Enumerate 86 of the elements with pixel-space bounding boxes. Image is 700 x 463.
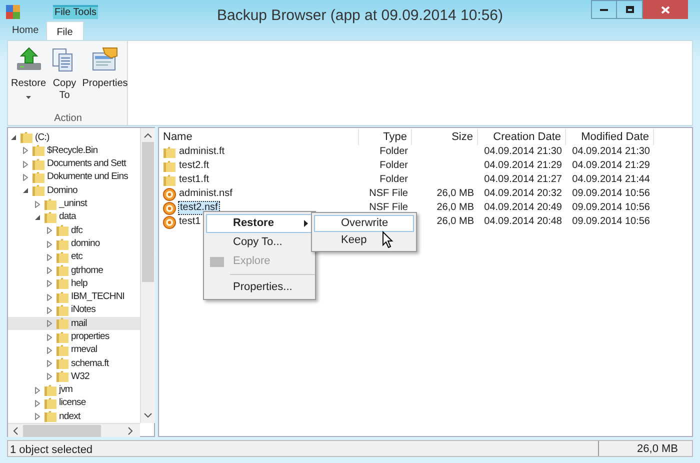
menu-item[interactable]: Restore: [206, 214, 313, 233]
menu-item[interactable]: Copy To...: [206, 233, 313, 252]
file-name[interactable]: test2.ft: [178, 159, 210, 173]
tree-item[interactable]: _uninst: [8, 197, 140, 211]
scroll-thumb[interactable]: [23, 425, 101, 437]
table-cell: Folder: [380, 174, 408, 185]
table-cell: 26,0 MB: [436, 216, 474, 227]
ribbon-group-label: Action: [53, 112, 83, 126]
tree-item[interactable]: dfc: [8, 224, 140, 238]
table-cell: 04.09.2014 20:49: [484, 202, 562, 213]
column-header[interactable]: Type: [359, 129, 412, 145]
column-header[interactable]: Size: [412, 129, 478, 145]
table-cell: 04.09.2014 21:29: [484, 160, 562, 171]
tree-item[interactable]: Dokumente und Eins: [8, 170, 140, 184]
tree-item[interactable]: Domino: [8, 184, 140, 198]
column-header[interactable]: Modified Date: [566, 129, 654, 145]
contextual-tab-group: File Tools: [53, 5, 98, 19]
table-cell: Folder: [380, 160, 408, 171]
tree-item[interactable]: etc: [8, 250, 140, 264]
restore-button[interactable]: Restore: [11, 46, 46, 102]
table-cell: 04.09.2014 21:30: [572, 146, 650, 157]
tree-item[interactable]: W32: [8, 370, 140, 384]
collapse-icon[interactable]: [10, 134, 17, 142]
close-icon: [661, 6, 670, 14]
table-cell: 26,0 MB: [436, 188, 474, 199]
menu-item[interactable]: Properties...: [206, 278, 313, 297]
table-cell: 09.09.2014 10:56: [572, 216, 650, 227]
tree-item[interactable]: jvm: [8, 384, 140, 397]
properties-button[interactable]: Properties: [83, 46, 127, 102]
tree-item[interactable]: Documents and Sett: [8, 158, 140, 171]
tree-item[interactable]: help: [8, 277, 140, 291]
tree-item[interactable]: license: [8, 396, 140, 410]
status-text: 1 object selected: [10, 443, 93, 458]
drive-arrow-icon: [14, 46, 42, 72]
horizontal-scrollbar[interactable]: [8, 423, 140, 437]
table-cell: 04.09.2014 20:32: [484, 188, 562, 199]
tree-item[interactable]: $Recycle.Bin: [8, 144, 140, 158]
table-cell: 04.09.2014 20:48: [484, 216, 562, 227]
collapse-icon[interactable]: [34, 214, 41, 221]
tree-item[interactable]: ndext: [8, 410, 140, 424]
ribbon-tab[interactable]: Home: [5, 20, 46, 41]
vertical-scrollbar[interactable]: [140, 128, 155, 423]
file-name[interactable]: administ.ft: [178, 145, 226, 159]
tree-item[interactable]: iNotes: [8, 304, 140, 318]
status-size: 26,0 MB: [598, 441, 680, 456]
window-title: Backup Browser (app at 09.09.2014 10:56): [216, 6, 504, 26]
close-button[interactable]: [643, 0, 688, 19]
tree-item[interactable]: rmeval: [8, 344, 140, 358]
table-cell: 04.09.2014 21:29: [572, 160, 650, 171]
scroll-down-icon[interactable]: [144, 413, 152, 418]
ribbon-tab[interactable]: File: [46, 21, 84, 42]
minimize-button[interactable]: [591, 0, 617, 19]
table-cell: 04.09.2014 21:27: [484, 174, 562, 185]
table-cell: NSF File: [369, 202, 408, 213]
file-name[interactable]: test1: [178, 215, 202, 229]
menu-item[interactable]: Keep: [314, 232, 414, 249]
scroll-left-icon[interactable]: [13, 427, 18, 435]
app-icon: [6, 5, 20, 19]
tree-item[interactable]: schema.ft: [8, 357, 140, 370]
menu-item[interactable]: Overwrite: [314, 215, 414, 232]
table-cell: 04.09.2014 21:44: [572, 174, 650, 185]
column-header[interactable]: Creation Date: [478, 129, 566, 145]
table-cell: 04.09.2014 21:30: [484, 146, 562, 157]
table-cell: NSF File: [369, 188, 408, 199]
file-name[interactable]: test1.ft: [178, 173, 210, 187]
file-name[interactable]: administ.nsf: [178, 187, 234, 201]
tree-item[interactable]: data: [8, 210, 140, 224]
scroll-right-icon[interactable]: [128, 427, 133, 435]
tree-item[interactable]: gtrhome: [8, 264, 140, 278]
expand-icon[interactable]: [34, 200, 41, 208]
tree-item[interactable]: properties: [8, 330, 140, 344]
table-cell: Folder: [380, 146, 408, 157]
table-cell: 26,0 MB: [436, 202, 474, 213]
table-cell: 09.09.2014 10:56: [572, 202, 650, 213]
collapse-icon[interactable]: [22, 187, 29, 194]
mouse-cursor-icon: [382, 231, 394, 249]
tree-item[interactable]: IBM_TECHNI: [8, 290, 140, 304]
scroll-thumb[interactable]: [142, 142, 154, 282]
copy-to-button[interactable]: Copy To: [48, 46, 81, 102]
tree-item[interactable]: (C:): [8, 131, 140, 144]
column-header[interactable]: Name: [159, 129, 359, 145]
scroll-up-icon[interactable]: [144, 133, 152, 138]
table-cell: 09.09.2014 10:56: [572, 188, 650, 199]
tree-item[interactable]: domino: [8, 237, 140, 251]
card-hand-icon: [91, 46, 119, 72]
tree-item[interactable]: mail: [8, 317, 140, 330]
